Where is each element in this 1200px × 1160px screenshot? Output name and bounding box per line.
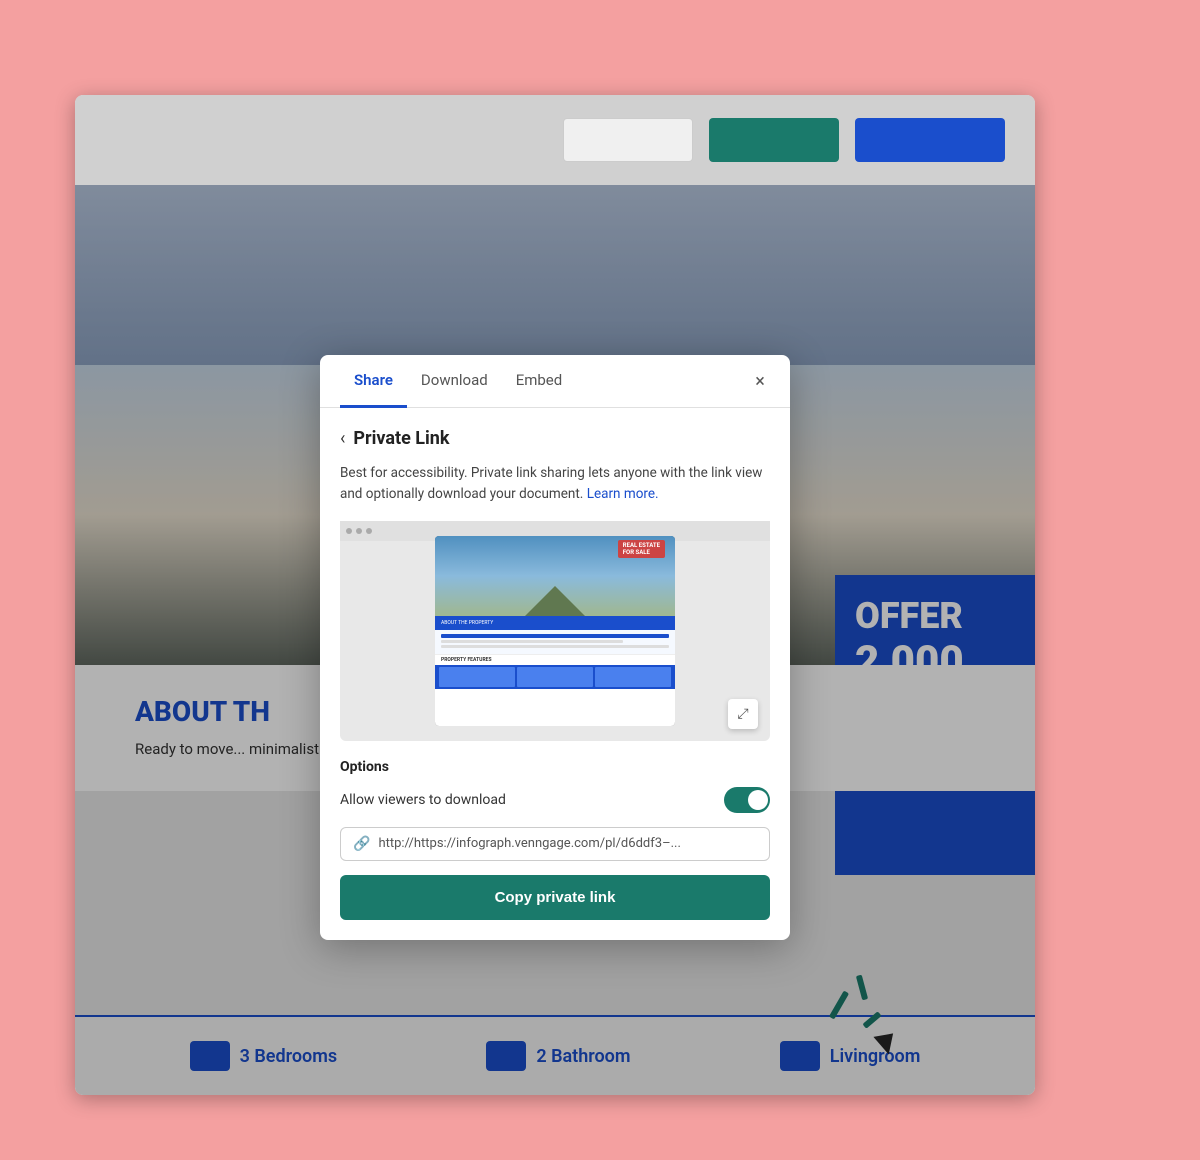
back-arrow-icon[interactable]: ‹ bbox=[340, 428, 345, 449]
chrome-dot-2 bbox=[356, 528, 362, 534]
document-preview-area: REAL ESTATEFOR SALE ABOUT THE PROPERTY bbox=[340, 521, 770, 741]
share-modal: Share Download Embed × ‹ Private Link Be… bbox=[320, 355, 790, 940]
tab-download[interactable]: Download bbox=[407, 355, 502, 408]
chrome-dot-3 bbox=[366, 528, 372, 534]
allow-download-toggle[interactable] bbox=[724, 787, 770, 813]
tab-embed[interactable]: Embed bbox=[502, 355, 577, 408]
allow-download-label: Allow viewers to download bbox=[340, 792, 506, 808]
modal-title: Private Link bbox=[353, 428, 449, 449]
green-toolbar-button[interactable] bbox=[709, 118, 839, 162]
app-window: OFFER 2,000 TH ABOUT TH Ready to move...… bbox=[75, 95, 1035, 1095]
options-label: Options bbox=[340, 759, 770, 775]
url-value[interactable]: http://https://infograph.venngage.com/pl… bbox=[378, 836, 757, 851]
tab-share[interactable]: Share bbox=[340, 355, 407, 408]
back-navigation: ‹ Private Link bbox=[340, 428, 770, 449]
document-thumbnail: REAL ESTATEFOR SALE ABOUT THE PROPERTY bbox=[435, 536, 675, 726]
modal-description: Best for accessibility. Private link sha… bbox=[340, 463, 770, 505]
url-input-container: 🔗 http://https://infograph.venngage.com/… bbox=[340, 827, 770, 861]
description-text: Best for accessibility. Private link sha… bbox=[340, 465, 762, 502]
mouse-cursor bbox=[873, 1033, 896, 1056]
toolbar bbox=[75, 95, 1035, 185]
modal-overlay: Share Download Embed × ‹ Private Link Be… bbox=[75, 185, 1035, 1095]
search-button[interactable] bbox=[563, 118, 693, 162]
allow-download-option: Allow viewers to download bbox=[340, 787, 770, 813]
toggle-knob bbox=[748, 790, 768, 810]
copy-link-button[interactable]: Copy private link bbox=[340, 875, 770, 920]
blue-toolbar-button[interactable] bbox=[855, 118, 1005, 162]
modal-tabs: Share Download Embed × bbox=[320, 355, 790, 408]
modal-body: ‹ Private Link Best for accessibility. P… bbox=[320, 408, 790, 940]
chrome-dot-1 bbox=[346, 528, 352, 534]
doc-preview-content: REAL ESTATEFOR SALE ABOUT THE PROPERTY bbox=[435, 536, 675, 726]
close-button[interactable]: × bbox=[746, 367, 774, 395]
expand-preview-button[interactable]: ⤢ bbox=[728, 699, 758, 729]
learn-more-link[interactable]: Learn more. bbox=[587, 486, 659, 502]
content-area: OFFER 2,000 TH ABOUT TH Ready to move...… bbox=[75, 185, 1035, 1095]
link-icon: 🔗 bbox=[353, 836, 370, 852]
